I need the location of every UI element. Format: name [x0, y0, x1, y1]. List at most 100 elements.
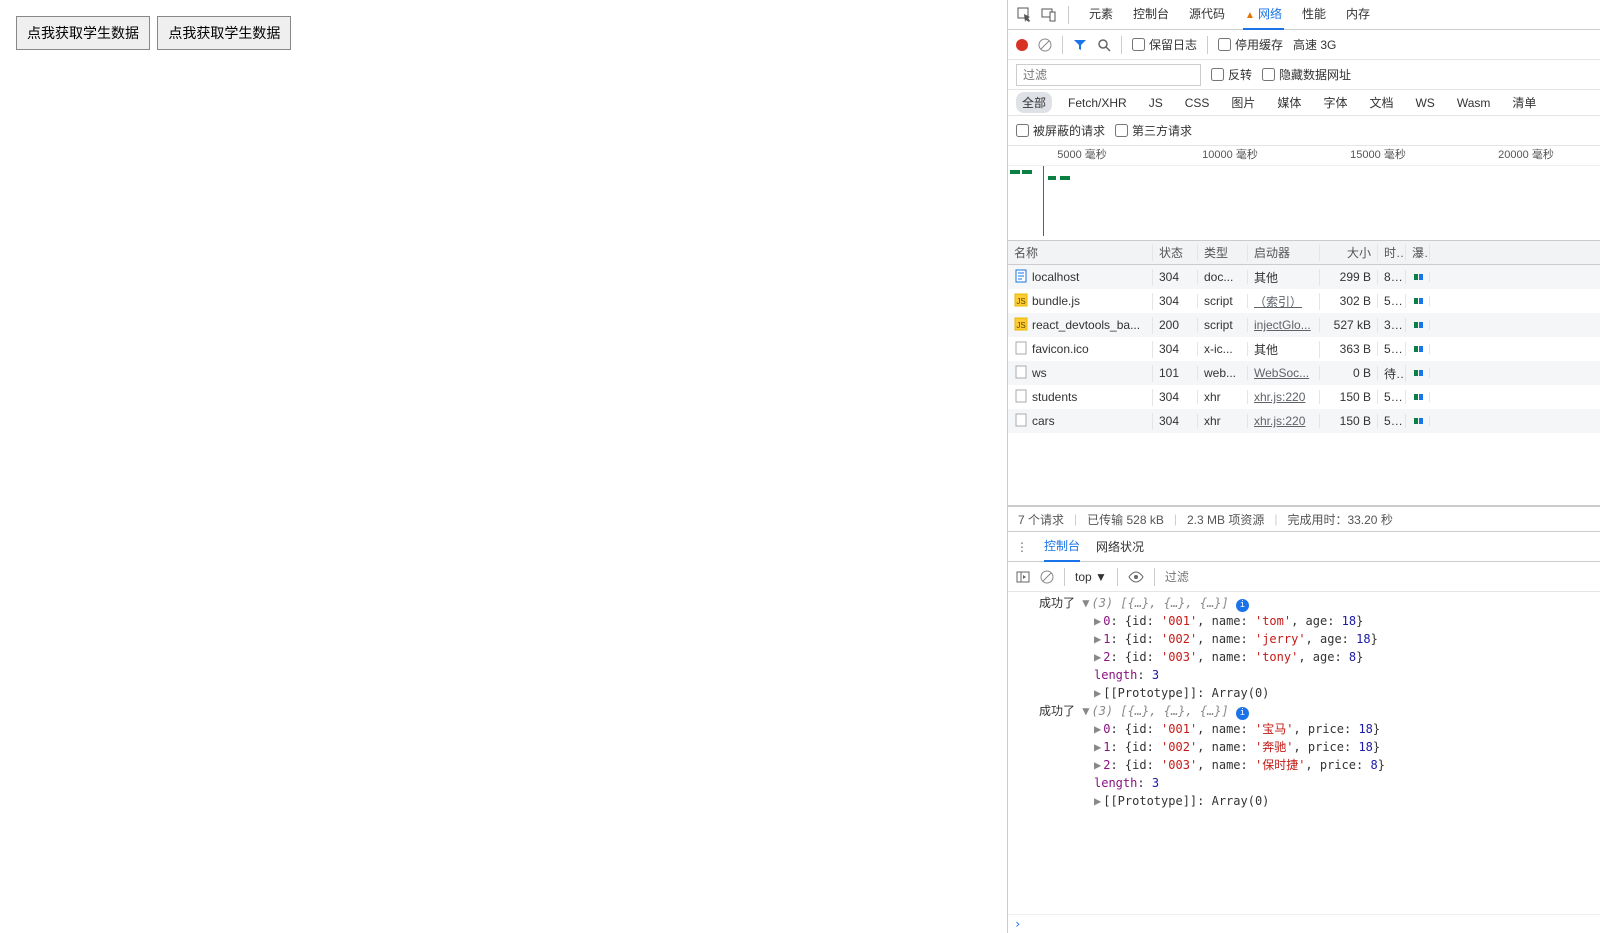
more-icon[interactable]: ⋮: [1016, 540, 1028, 554]
throttle-select[interactable]: 高速 3G: [1293, 36, 1336, 53]
table-row[interactable]: cars304xhrxhr.js:220150 B5...: [1008, 409, 1600, 433]
disable-cache-checkbox[interactable]: 停用缓存: [1218, 36, 1283, 53]
col-status[interactable]: 状态: [1153, 244, 1198, 261]
eye-icon[interactable]: [1128, 571, 1144, 583]
type-ws[interactable]: WS: [1409, 94, 1440, 112]
request-count: 7 个请求: [1018, 511, 1064, 528]
network-toolbar: 保留日志 停用缓存 高速 3G: [1008, 30, 1600, 60]
col-type[interactable]: 类型: [1198, 244, 1248, 261]
expand-icon[interactable]: ▶: [1094, 650, 1101, 664]
tab-elements[interactable]: 元素: [1087, 0, 1115, 30]
expand-icon[interactable]: ▶: [1094, 614, 1101, 628]
expand-icon[interactable]: ▶: [1094, 740, 1101, 754]
search-icon[interactable]: [1097, 38, 1111, 52]
initiator-link[interactable]: injectGlo...: [1254, 318, 1311, 332]
request-initiator: （索引）: [1248, 293, 1320, 310]
type-manifest[interactable]: 清单: [1506, 92, 1542, 113]
timeline[interactable]: 5000 毫秒 10000 毫秒 15000 毫秒 20000 毫秒: [1008, 146, 1600, 241]
record-icon[interactable]: [1016, 39, 1028, 51]
initiator-link[interactable]: xhr.js:220: [1254, 414, 1305, 428]
type-css[interactable]: CSS: [1179, 94, 1216, 112]
request-status: 304: [1153, 414, 1198, 428]
col-initiator[interactable]: 启动器: [1248, 244, 1320, 261]
col-size[interactable]: 大小: [1320, 244, 1378, 261]
console-prompt[interactable]: ›: [1008, 914, 1600, 933]
table-row[interactable]: JSreact_devtools_ba...200scriptinjectGlo…: [1008, 313, 1600, 337]
context-select[interactable]: top ▼: [1075, 570, 1107, 584]
console-filter-input[interactable]: [1165, 570, 1592, 584]
fetch-students-button-2[interactable]: 点我获取学生数据: [157, 16, 291, 50]
request-name: cars: [1032, 414, 1055, 428]
request-initiator: WebSoc...: [1248, 366, 1320, 380]
type-fetch-xhr[interactable]: Fetch/XHR: [1062, 94, 1133, 112]
initiator-link[interactable]: （索引）: [1254, 295, 1302, 309]
request-size: 363 B: [1320, 342, 1378, 356]
tab-performance[interactable]: 性能: [1300, 0, 1328, 30]
col-waterfall[interactable]: 瀑布: [1406, 244, 1430, 261]
expand-icon[interactable]: ▶: [1094, 758, 1101, 772]
devtools-tabs: 元素 控制台 源代码 网络 性能 内存: [1087, 0, 1372, 30]
expand-icon[interactable]: ▼: [1082, 704, 1089, 718]
inspect-icon[interactable]: [1016, 6, 1034, 24]
request-type: script: [1198, 294, 1248, 308]
type-wasm[interactable]: Wasm: [1451, 94, 1497, 112]
type-doc[interactable]: 文档: [1363, 92, 1399, 113]
clear-icon[interactable]: [1038, 38, 1052, 52]
clear-console-icon[interactable]: [1040, 570, 1054, 584]
blocked-requests-checkbox[interactable]: 被屏蔽的请求: [1016, 122, 1105, 139]
preserve-log-checkbox[interactable]: 保留日志: [1132, 36, 1197, 53]
tick: 5000 毫秒: [1008, 146, 1156, 165]
type-img[interactable]: 图片: [1225, 92, 1261, 113]
expand-icon[interactable]: ▶: [1094, 722, 1101, 736]
initiator-link[interactable]: WebSoc...: [1254, 366, 1309, 380]
table-row[interactable]: ws101web...WebSoc...0 B待...: [1008, 361, 1600, 385]
separator: [1062, 36, 1063, 54]
request-bar: [1048, 176, 1056, 180]
drawer-tab-console[interactable]: 控制台: [1044, 531, 1080, 562]
filter-icon[interactable]: [1073, 38, 1087, 52]
request-status: 101: [1153, 366, 1198, 380]
type-media[interactable]: 媒体: [1271, 92, 1307, 113]
file-icon: [1014, 365, 1028, 382]
initiator-link[interactable]: xhr.js:220: [1254, 390, 1305, 404]
table-row[interactable]: JSbundle.js304script（索引）302 B5...: [1008, 289, 1600, 313]
tab-sources[interactable]: 源代码: [1187, 0, 1227, 30]
invert-checkbox[interactable]: 反转: [1211, 66, 1252, 83]
third-party-checkbox[interactable]: 第三方请求: [1115, 122, 1192, 139]
tab-memory[interactable]: 内存: [1344, 0, 1372, 30]
devtools-top-bar: 元素 控制台 源代码 网络 性能 内存: [1008, 0, 1600, 30]
request-status: 304: [1153, 270, 1198, 284]
fetch-students-button-1[interactable]: 点我获取学生数据: [16, 16, 150, 50]
table-row[interactable]: students304xhrxhr.js:220150 B5...: [1008, 385, 1600, 409]
tab-console[interactable]: 控制台: [1131, 0, 1171, 30]
load-line: [1043, 166, 1044, 236]
finish-time: 完成用时：33.20 秒: [1287, 511, 1392, 528]
resources: 2.3 MB 项资源: [1187, 511, 1264, 528]
console-output[interactable]: 成功了 ▼(3) [{…}, {…}, {…}] i▶0: {id: '001'…: [1008, 592, 1600, 914]
expand-icon[interactable]: ▶: [1094, 632, 1101, 646]
expand-icon[interactable]: ▶: [1094, 686, 1101, 700]
request-time: 5...: [1378, 342, 1406, 356]
col-name[interactable]: 名称: [1008, 244, 1153, 261]
type-js[interactable]: JS: [1143, 94, 1169, 112]
request-name: react_devtools_ba...: [1032, 318, 1140, 332]
drawer-tab-network-conditions[interactable]: 网络状况: [1096, 532, 1144, 561]
request-name: localhost: [1032, 270, 1079, 284]
hide-data-urls-checkbox[interactable]: 隐藏数据网址: [1262, 66, 1351, 83]
type-filters: 全部 Fetch/XHR JS CSS 图片 媒体 字体 文档 WS Wasm …: [1008, 90, 1600, 116]
request-waterfall: [1406, 296, 1430, 306]
request-name: favicon.ico: [1032, 342, 1089, 356]
device-toggle-icon[interactable]: [1040, 6, 1058, 24]
timeline-marks: [1008, 166, 1600, 236]
type-font[interactable]: 字体: [1317, 92, 1353, 113]
request-type: xhr: [1198, 414, 1248, 428]
tab-network[interactable]: 网络: [1243, 0, 1284, 30]
filter-input[interactable]: [1016, 64, 1201, 86]
expand-icon[interactable]: ▶: [1094, 794, 1101, 808]
table-row[interactable]: favicon.ico304x-ic...其他363 B5...: [1008, 337, 1600, 361]
expand-icon[interactable]: ▼: [1082, 596, 1089, 610]
col-time[interactable]: 时.: [1378, 244, 1406, 261]
sidebar-toggle-icon[interactable]: [1016, 570, 1030, 584]
table-row[interactable]: localhost304doc...其他299 B8...: [1008, 265, 1600, 289]
type-all[interactable]: 全部: [1016, 92, 1052, 113]
